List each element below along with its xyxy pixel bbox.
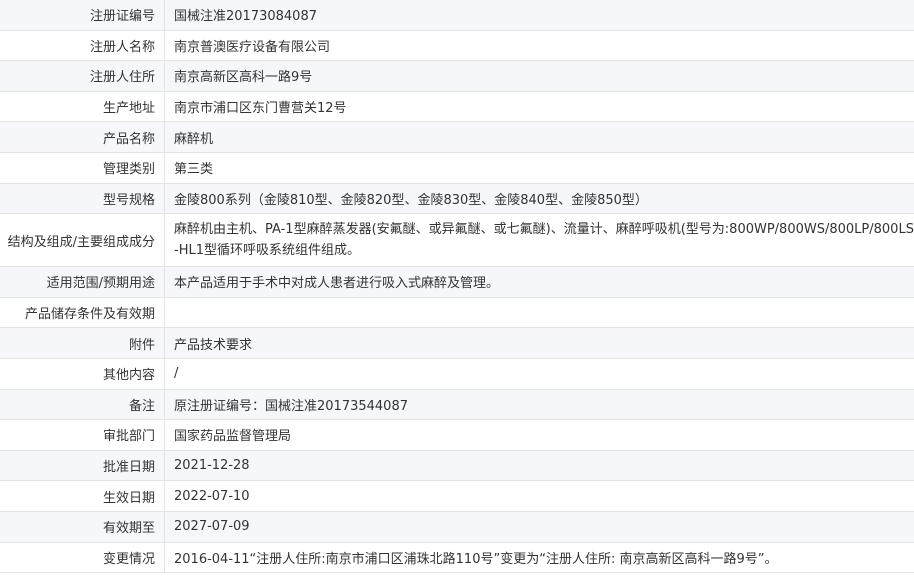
value-product-name: 麻醉机 xyxy=(165,122,914,152)
table-row-approval-date: 批准日期 2021-12-28 xyxy=(0,450,914,482)
table-row-storage-validity: 产品储存条件及有效期 xyxy=(0,297,914,329)
value-production-address: 南京市浦口区东门曹营关12号 xyxy=(165,91,914,122)
table-row-intended-use: 适用范围/预期用途 本产品适用于手术中对成人患者进行吸入式麻醉及管理。 xyxy=(0,267,914,298)
table-row-management-category: 管理类别 第三类 xyxy=(0,152,914,184)
label-registration-number: 注册证编号 xyxy=(0,0,165,30)
value-model-spec: 金陵800系列（金陵810型、金陵820型、金陵830型、金陵840型、金陵85… xyxy=(165,183,914,214)
value-remarks: 原注册证编号：国械注准20173544087 xyxy=(165,389,914,420)
table-row-structure-composition: 结构及组成/主要组成成分 麻醉机由主机、PA-1型麻醉蒸发器(安氟醚、或异氟醚、… xyxy=(0,214,914,268)
label-model-spec: 型号规格 xyxy=(0,183,165,214)
value-valid-until: 2027-07-09 xyxy=(165,511,914,542)
value-approval-date: 2021-12-28 xyxy=(165,450,914,481)
table-row-remarks: 备注 原注册证编号：国械注准20173544087 xyxy=(0,389,914,421)
label-approval-date: 批准日期 xyxy=(0,450,165,481)
label-attachment: 附件 xyxy=(0,328,165,358)
label-remarks: 备注 xyxy=(0,389,165,420)
table-row-registrant-address: 注册人住所 南京高新区高科一路9号 xyxy=(0,61,914,92)
label-intended-use: 适用范围/预期用途 xyxy=(0,267,165,297)
label-effective-date: 生效日期 xyxy=(0,481,165,511)
registration-detail-table: 注册证编号 国械注准20173084087 注册人名称 南京普澳医疗设备有限公司… xyxy=(0,0,914,574)
value-registration-number: 国械注准20173084087 xyxy=(165,0,914,30)
label-registrant-address: 注册人住所 xyxy=(0,61,165,91)
label-management-category: 管理类别 xyxy=(0,152,165,183)
label-valid-until: 有效期至 xyxy=(0,511,165,542)
value-approval-department: 国家药品监督管理局 xyxy=(165,420,914,450)
value-registrant-name: 南京普澳医疗设备有限公司 xyxy=(165,30,914,61)
value-registrant-address: 南京高新区高科一路9号 xyxy=(165,61,914,91)
table-row-change-history: 变更情况 2016-04-11“注册人住所:南京市浦口区浦珠北路110号”变更为… xyxy=(0,542,914,574)
label-production-address: 生产地址 xyxy=(0,91,165,122)
value-other-content: / xyxy=(165,358,914,389)
table-row-approval-department: 审批部门 国家药品监督管理局 xyxy=(0,420,914,451)
label-other-content: 其他内容 xyxy=(0,358,165,389)
table-row-product-name: 产品名称 麻醉机 xyxy=(0,122,914,153)
label-structure-composition: 结构及组成/主要组成成分 xyxy=(0,214,165,267)
table-row-production-address: 生产地址 南京市浦口区东门曹营关12号 xyxy=(0,91,914,123)
value-structure-composition-line1: 麻醉机由主机、PA-1型麻醉蒸发器(安氟醚、或异氟醚、或七氟醚)、流量计、麻醉呼… xyxy=(174,222,914,238)
table-row-attachment: 附件 产品技术要求 xyxy=(0,328,914,359)
value-storage-validity xyxy=(165,297,914,328)
table-row-model-spec: 型号规格 金陵800系列（金陵810型、金陵820型、金陵830型、金陵840型… xyxy=(0,183,914,215)
label-change-history: 变更情况 xyxy=(0,542,165,573)
table-row-other-content: 其他内容 / xyxy=(0,358,914,390)
value-change-history: 2016-04-11“注册人住所:南京市浦口区浦珠北路110号”变更为“注册人住… xyxy=(165,542,914,573)
label-product-name: 产品名称 xyxy=(0,122,165,152)
label-registrant-name: 注册人名称 xyxy=(0,30,165,61)
table-row-valid-until: 有效期至 2027-07-09 xyxy=(0,511,914,543)
label-storage-validity: 产品储存条件及有效期 xyxy=(0,297,165,328)
table-row-effective-date: 生效日期 2022-07-10 xyxy=(0,481,914,512)
table-row-registration-number: 注册证编号 国械注准20173084087 xyxy=(0,0,914,31)
table-row-registrant-name: 注册人名称 南京普澳医疗设备有限公司 xyxy=(0,30,914,62)
value-intended-use: 本产品适用于手术中对成人患者进行吸入式麻醉及管理。 xyxy=(165,267,914,297)
value-structure-composition: 麻醉机由主机、PA-1型麻醉蒸发器(安氟醚、或异氟醚、或七氟醚)、流量计、麻醉呼… xyxy=(165,214,914,267)
label-approval-department: 审批部门 xyxy=(0,420,165,450)
value-effective-date: 2022-07-10 xyxy=(165,481,914,511)
value-attachment: 产品技术要求 xyxy=(165,328,914,358)
value-structure-composition-line2: -HL1型循环呼吸系统组件组成。 xyxy=(174,243,360,259)
value-management-category: 第三类 xyxy=(165,152,914,183)
